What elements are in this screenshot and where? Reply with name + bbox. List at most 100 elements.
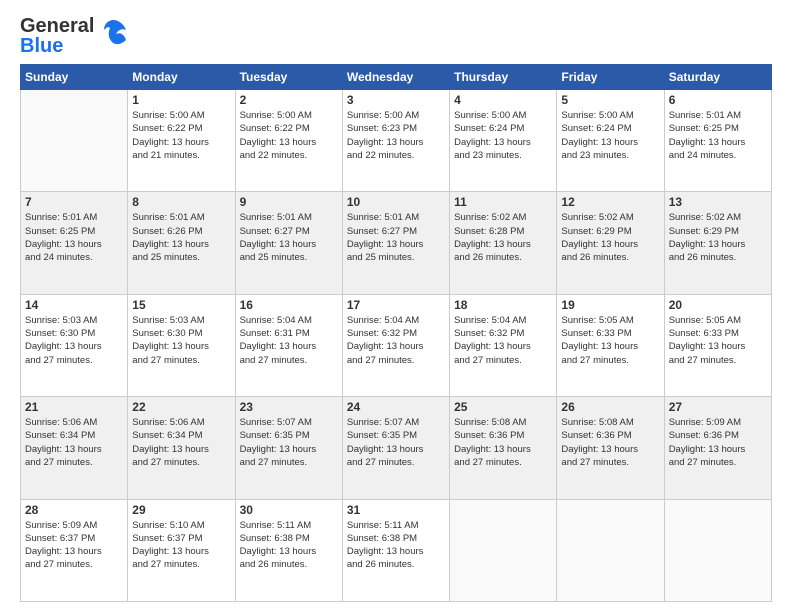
day-number: 4 xyxy=(454,93,552,107)
day-number: 20 xyxy=(669,298,767,312)
day-info: Sunrise: 5:01 AMSunset: 6:27 PMDaylight:… xyxy=(240,211,338,264)
day-info: Sunrise: 5:02 AMSunset: 6:29 PMDaylight:… xyxy=(669,211,767,264)
day-info: Sunrise: 5:01 AMSunset: 6:26 PMDaylight:… xyxy=(132,211,230,264)
calendar-cell: 21 Sunrise: 5:06 AMSunset: 6:34 PMDayligh… xyxy=(21,397,128,499)
day-number: 14 xyxy=(25,298,123,312)
calendar-cell: 27 Sunrise: 5:09 AMSunset: 6:36 PMDayligh… xyxy=(664,397,771,499)
day-info: Sunrise: 5:08 AMSunset: 6:36 PMDaylight:… xyxy=(454,416,552,469)
calendar-cell: 22 Sunrise: 5:06 AMSunset: 6:34 PMDayligh… xyxy=(128,397,235,499)
calendar-cell: 18 Sunrise: 5:04 AMSunset: 6:32 PMDayligh… xyxy=(450,294,557,396)
day-number: 26 xyxy=(561,400,659,414)
weekday-header-thursday: Thursday xyxy=(450,65,557,90)
weekday-header-tuesday: Tuesday xyxy=(235,65,342,90)
calendar-cell: 4 Sunrise: 5:00 AMSunset: 6:24 PMDaylight… xyxy=(450,90,557,192)
day-info: Sunrise: 5:00 AMSunset: 6:24 PMDaylight:… xyxy=(561,109,659,162)
calendar-cell: 24 Sunrise: 5:07 AMSunset: 6:35 PMDayligh… xyxy=(342,397,449,499)
day-info: Sunrise: 5:10 AMSunset: 6:37 PMDaylight:… xyxy=(132,519,230,572)
day-number: 25 xyxy=(454,400,552,414)
day-number: 24 xyxy=(347,400,445,414)
weekday-header-monday: Monday xyxy=(128,65,235,90)
day-number: 23 xyxy=(240,400,338,414)
calendar-cell xyxy=(21,90,128,192)
calendar-cell: 10 Sunrise: 5:01 AMSunset: 6:27 PMDayligh… xyxy=(342,192,449,294)
calendar-cell: 6 Sunrise: 5:01 AMSunset: 6:25 PMDaylight… xyxy=(664,90,771,192)
day-number: 9 xyxy=(240,195,338,209)
calendar-cell: 16 Sunrise: 5:04 AMSunset: 6:31 PMDayligh… xyxy=(235,294,342,396)
day-info: Sunrise: 5:11 AMSunset: 6:38 PMDaylight:… xyxy=(240,519,338,572)
day-number: 5 xyxy=(561,93,659,107)
calendar-cell: 13 Sunrise: 5:02 AMSunset: 6:29 PMDayligh… xyxy=(664,192,771,294)
day-info: Sunrise: 5:04 AMSunset: 6:32 PMDaylight:… xyxy=(347,314,445,367)
logo: General Blue xyxy=(20,16,128,56)
calendar-cell: 2Sunrise: 5:00 AMSunset: 6:22 PMDaylight… xyxy=(235,90,342,192)
day-info: Sunrise: 5:08 AMSunset: 6:36 PMDaylight:… xyxy=(561,416,659,469)
day-number: 21 xyxy=(25,400,123,414)
day-number: 10 xyxy=(347,195,445,209)
day-info: Sunrise: 5:05 AMSunset: 6:33 PMDaylight:… xyxy=(561,314,659,367)
day-number: 28 xyxy=(25,503,123,517)
day-info: Sunrise: 5:09 AMSunset: 6:36 PMDaylight:… xyxy=(669,416,767,469)
calendar-cell: 1 Sunrise: 5:00 AMSunset: 6:22 PMDaylight… xyxy=(128,90,235,192)
calendar-cell xyxy=(450,499,557,601)
calendar-cell xyxy=(664,499,771,601)
day-info: Sunrise: 5:06 AMSunset: 6:34 PMDaylight:… xyxy=(25,416,123,469)
day-info: Sunrise: 5:00 AMSunset: 6:24 PMDaylight:… xyxy=(454,109,552,162)
day-info: Sunrise: 5:02 AMSunset: 6:29 PMDaylight:… xyxy=(561,211,659,264)
day-number: 2 xyxy=(240,93,338,107)
day-number: 11 xyxy=(454,195,552,209)
day-info: Sunrise: 5:00 AMSunset: 6:23 PMDaylight:… xyxy=(347,109,445,162)
calendar-cell: 30 Sunrise: 5:11 AMSunset: 6:38 PMDayligh… xyxy=(235,499,342,601)
day-number: 30 xyxy=(240,503,338,517)
calendar-cell: 11 Sunrise: 5:02 AMSunset: 6:28 PMDayligh… xyxy=(450,192,557,294)
calendar-cell: 31 Sunrise: 5:11 AMSunset: 6:38 PMDayligh… xyxy=(342,499,449,601)
logo-bird-icon xyxy=(100,18,128,55)
day-number: 7 xyxy=(25,195,123,209)
day-info: Sunrise: 5:07 AMSunset: 6:35 PMDaylight:… xyxy=(347,416,445,469)
logo-blue: Blue xyxy=(20,36,94,56)
day-info: Sunrise: 5:01 AMSunset: 6:25 PMDaylight:… xyxy=(669,109,767,162)
day-info: Sunrise: 5:00 AMSunset: 6:22 PMDaylight:… xyxy=(132,109,230,162)
header: General Blue xyxy=(20,16,772,56)
day-info: Sunrise: 5:06 AMSunset: 6:34 PMDaylight:… xyxy=(132,416,230,469)
calendar-cell: 3 Sunrise: 5:00 AMSunset: 6:23 PMDaylight… xyxy=(342,90,449,192)
calendar-cell: 23 Sunrise: 5:07 AMSunset: 6:35 PMDayligh… xyxy=(235,397,342,499)
weekday-header-saturday: Saturday xyxy=(664,65,771,90)
calendar-cell: 7 Sunrise: 5:01 AMSunset: 6:25 PMDaylight… xyxy=(21,192,128,294)
day-number: 27 xyxy=(669,400,767,414)
day-number: 12 xyxy=(561,195,659,209)
day-info: Sunrise: 5:04 AMSunset: 6:31 PMDaylight:… xyxy=(240,314,338,367)
day-number: 15 xyxy=(132,298,230,312)
weekday-header-friday: Friday xyxy=(557,65,664,90)
day-number: 18 xyxy=(454,298,552,312)
day-number: 22 xyxy=(132,400,230,414)
day-info: Sunrise: 5:07 AMSunset: 6:35 PMDaylight:… xyxy=(240,416,338,469)
calendar-cell: 26 Sunrise: 5:08 AMSunset: 6:36 PMDayligh… xyxy=(557,397,664,499)
day-info: Sunrise: 5:03 AMSunset: 6:30 PMDaylight:… xyxy=(25,314,123,367)
calendar-cell: 14 Sunrise: 5:03 AMSunset: 6:30 PMDayligh… xyxy=(21,294,128,396)
day-info: Sunrise: 5:01 AMSunset: 6:27 PMDaylight:… xyxy=(347,211,445,264)
day-number: 16 xyxy=(240,298,338,312)
calendar-cell: 17 Sunrise: 5:04 AMSunset: 6:32 PMDayligh… xyxy=(342,294,449,396)
day-number: 8 xyxy=(132,195,230,209)
logo-general: General xyxy=(20,16,94,36)
day-number: 31 xyxy=(347,503,445,517)
day-number: 6 xyxy=(669,93,767,107)
calendar-table: SundayMondayTuesdayWednesdayThursdayFrid… xyxy=(20,64,772,602)
day-info: Sunrise: 5:01 AMSunset: 6:25 PMDaylight:… xyxy=(25,211,123,264)
day-info: Sunrise: 5:09 AMSunset: 6:37 PMDaylight:… xyxy=(25,519,123,572)
day-info: Sunrise: 5:03 AMSunset: 6:30 PMDaylight:… xyxy=(132,314,230,367)
calendar-cell: 5 Sunrise: 5:00 AMSunset: 6:24 PMDaylight… xyxy=(557,90,664,192)
day-info: Sunrise: 5:04 AMSunset: 6:32 PMDaylight:… xyxy=(454,314,552,367)
day-info: Sunrise: 5:02 AMSunset: 6:28 PMDaylight:… xyxy=(454,211,552,264)
day-number: 17 xyxy=(347,298,445,312)
calendar-cell: 19Sunrise: 5:05 AMSunset: 6:33 PMDayligh… xyxy=(557,294,664,396)
calendar-cell: 20Sunrise: 5:05 AMSunset: 6:33 PMDayligh… xyxy=(664,294,771,396)
day-number: 13 xyxy=(669,195,767,209)
weekday-header-wednesday: Wednesday xyxy=(342,65,449,90)
calendar-cell: 12 Sunrise: 5:02 AMSunset: 6:29 PMDayligh… xyxy=(557,192,664,294)
day-info: Sunrise: 5:11 AMSunset: 6:38 PMDaylight:… xyxy=(347,519,445,572)
day-number: 1 xyxy=(132,93,230,107)
calendar-cell: 8 Sunrise: 5:01 AMSunset: 6:26 PMDaylight… xyxy=(128,192,235,294)
day-number: 29 xyxy=(132,503,230,517)
day-number: 3 xyxy=(347,93,445,107)
